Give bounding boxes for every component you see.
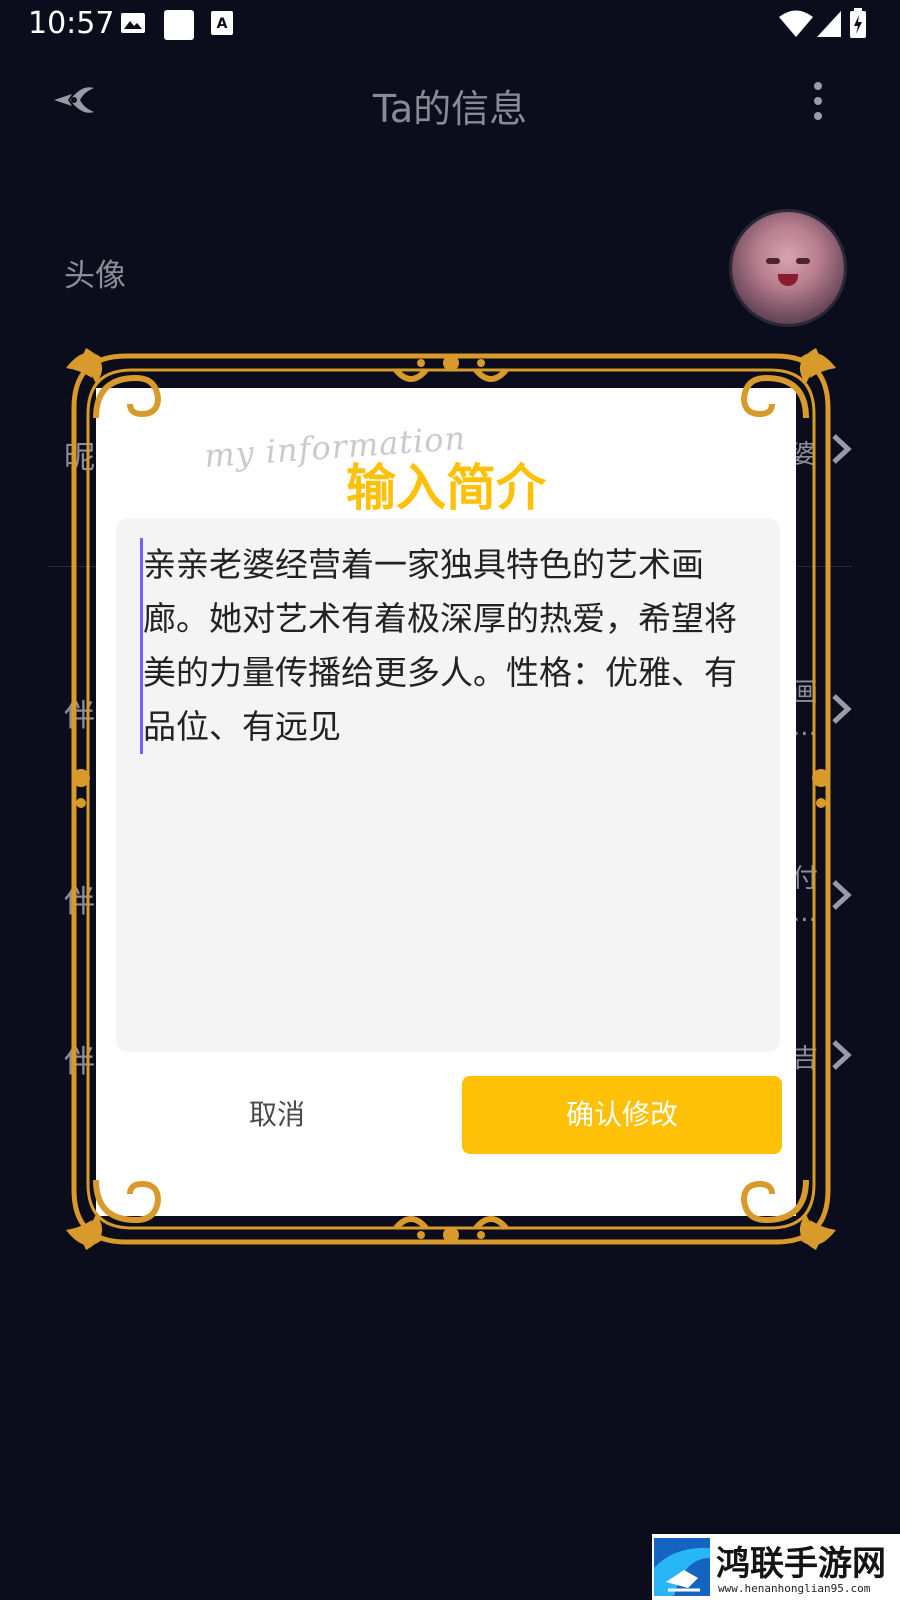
more-options-icon[interactable] <box>806 80 830 124</box>
status-time: 10:57 <box>28 6 115 41</box>
page-title: Ta的信息 <box>372 87 528 131</box>
font-notification-icon: A <box>211 11 233 35</box>
image-notification-icon <box>121 13 145 33</box>
site-watermark: 鸿联手游网 www.henanhonglian95.com <box>652 1534 900 1600</box>
blank-notification-icon <box>164 10 194 40</box>
wifi-icon <box>779 10 813 37</box>
battery-charging-icon <box>850 8 866 38</box>
avatar[interactable] <box>732 212 844 324</box>
status-bar: 10:57 A <box>0 0 900 50</box>
app-bar: Ta的信息 <box>0 50 900 154</box>
signal-icon <box>817 11 841 37</box>
site-logo-icon <box>654 1538 710 1596</box>
svg-text:A: A <box>217 16 228 32</box>
site-url: www.henanhonglian95.com <box>718 1582 871 1595</box>
ornate-frame-decoration <box>66 348 836 1250</box>
site-name: 鸿联手游网 <box>716 1544 886 1584</box>
avatar-label: 头像 <box>64 258 126 294</box>
